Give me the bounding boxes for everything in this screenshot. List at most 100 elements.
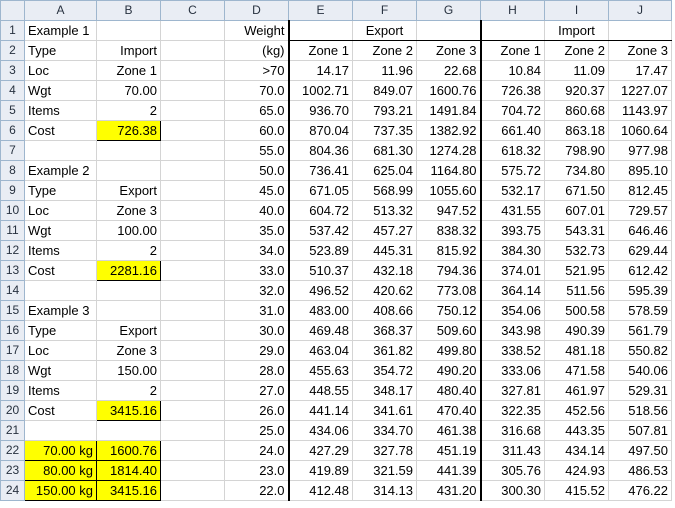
cell-j22[interactable]: 497.50 [608, 440, 672, 461]
cell-a16[interactable]: Type [24, 320, 97, 341]
cell-i22[interactable]: 434.14 [544, 440, 609, 461]
cell-i7[interactable]: 798.90 [544, 140, 609, 161]
cell-d17[interactable]: 29.0 [224, 340, 289, 361]
cell-c11[interactable] [160, 220, 225, 241]
cell-j21[interactable]: 507.81 [608, 420, 672, 441]
cell-f21[interactable]: 334.70 [352, 420, 417, 441]
cell-h6[interactable]: 661.40 [479, 120, 545, 141]
cell-i5[interactable]: 860.68 [544, 100, 609, 121]
row-header[interactable]: 9 [0, 180, 25, 201]
cell-b20[interactable]: 3415.16 [96, 400, 161, 421]
cell-c17[interactable] [160, 340, 225, 361]
cell-c12[interactable] [160, 240, 225, 261]
cell-g6[interactable]: 1382.92 [416, 120, 481, 141]
cell-j14[interactable]: 595.39 [608, 280, 672, 301]
cell-g16[interactable]: 509.60 [416, 320, 481, 341]
cell-j17[interactable]: 550.82 [608, 340, 672, 361]
cell-d15[interactable]: 31.0 [224, 300, 289, 321]
cell-b16[interactable]: Export [96, 320, 161, 341]
cell-i19[interactable]: 461.97 [544, 380, 609, 401]
cell-b24[interactable]: 3415.16 [96, 480, 161, 501]
cell-c8[interactable] [160, 160, 225, 181]
cell-h10[interactable]: 431.55 [479, 200, 545, 221]
cell-f7[interactable]: 681.30 [352, 140, 417, 161]
cell-c2[interactable] [160, 40, 225, 61]
cell-g23[interactable]: 441.39 [416, 460, 481, 481]
cell-i21[interactable]: 443.35 [544, 420, 609, 441]
cell-g24[interactable]: 431.20 [416, 480, 481, 501]
cell-e10[interactable]: 604.72 [287, 200, 353, 221]
cell-e15[interactable]: 483.00 [287, 300, 353, 321]
cell-j5[interactable]: 1143.97 [608, 100, 672, 121]
cell-i12[interactable]: 532.73 [544, 240, 609, 261]
cell-d19[interactable]: 27.0 [224, 380, 289, 401]
cell-a19[interactable]: Items [24, 380, 97, 401]
cell-g14[interactable]: 773.08 [416, 280, 481, 301]
cell-a9[interactable]: Type [24, 180, 97, 201]
row-header[interactable]: 23 [0, 460, 25, 481]
cell-a23[interactable]: 80.00 kg [24, 460, 97, 481]
cell-j20[interactable]: 518.56 [608, 400, 672, 421]
cell-f5[interactable]: 793.21 [352, 100, 417, 121]
cell-j2[interactable]: Zone 3 [608, 40, 672, 61]
cell-j23[interactable]: 486.53 [608, 460, 672, 481]
row-header[interactable]: 14 [0, 280, 25, 301]
cell-a13[interactable]: Cost [24, 260, 97, 281]
cell-b19[interactable]: 2 [96, 380, 161, 401]
cell-a7[interactable] [24, 140, 97, 161]
row-header[interactable]: 16 [0, 320, 25, 341]
cell-c23[interactable] [160, 460, 225, 481]
cell-d20[interactable]: 26.0 [224, 400, 289, 421]
cell-a5[interactable]: Items [24, 100, 97, 121]
cell-g11[interactable]: 838.32 [416, 220, 481, 241]
cell-g15[interactable]: 750.12 [416, 300, 481, 321]
cell-h1[interactable] [479, 20, 545, 41]
cell-d14[interactable]: 32.0 [224, 280, 289, 301]
cell-a24[interactable]: 150.00 kg [24, 480, 97, 501]
cell-b15[interactable] [96, 300, 161, 321]
cell-f15[interactable]: 408.66 [352, 300, 417, 321]
cell-d4[interactable]: 70.0 [224, 80, 289, 101]
cell-a22[interactable]: 70.00 kg [24, 440, 97, 461]
cell-a2[interactable]: Type [24, 40, 97, 61]
cell-e13[interactable]: 510.37 [287, 260, 353, 281]
cell-h21[interactable]: 316.68 [479, 420, 545, 441]
cell-f9[interactable]: 568.99 [352, 180, 417, 201]
cell-e14[interactable]: 496.52 [287, 280, 353, 301]
cell-j12[interactable]: 629.44 [608, 240, 672, 261]
cell-e11[interactable]: 537.42 [287, 220, 353, 241]
row-header[interactable]: 13 [0, 260, 25, 281]
cell-c1[interactable] [160, 20, 225, 41]
row-header[interactable]: 17 [0, 340, 25, 361]
cell-e5[interactable]: 936.70 [287, 100, 353, 121]
cell-h12[interactable]: 384.30 [479, 240, 545, 261]
cell-a12[interactable]: Items [24, 240, 97, 261]
cell-g9[interactable]: 1055.60 [416, 180, 481, 201]
cell-h9[interactable]: 532.17 [479, 180, 545, 201]
cell-j13[interactable]: 612.42 [608, 260, 672, 281]
cell-b1[interactable] [96, 20, 161, 41]
cell-f24[interactable]: 314.13 [352, 480, 417, 501]
cell-a14[interactable] [24, 280, 97, 301]
column-header-a[interactable]: A [24, 0, 97, 21]
row-header[interactable]: 1 [0, 20, 25, 41]
cell-e16[interactable]: 469.48 [287, 320, 353, 341]
cell-c21[interactable] [160, 420, 225, 441]
cell-b12[interactable]: 2 [96, 240, 161, 261]
cell-d13[interactable]: 33.0 [224, 260, 289, 281]
cell-d12[interactable]: 34.0 [224, 240, 289, 261]
cell-f8[interactable]: 625.04 [352, 160, 417, 181]
cell-h7[interactable]: 618.32 [479, 140, 545, 161]
row-header[interactable]: 20 [0, 400, 25, 421]
column-header-c[interactable]: C [160, 0, 225, 21]
cell-a8[interactable]: Example 2 [24, 160, 97, 181]
cell-j18[interactable]: 540.06 [608, 360, 672, 381]
cell-f12[interactable]: 445.31 [352, 240, 417, 261]
cell-a10[interactable]: Loc [24, 200, 97, 221]
cell-b2[interactable]: Import [96, 40, 161, 61]
cell-f3[interactable]: 11.96 [352, 60, 417, 81]
cell-e7[interactable]: 804.36 [287, 140, 353, 161]
cell-d24[interactable]: 22.0 [224, 480, 289, 501]
row-header[interactable]: 8 [0, 160, 25, 181]
cell-g13[interactable]: 794.36 [416, 260, 481, 281]
